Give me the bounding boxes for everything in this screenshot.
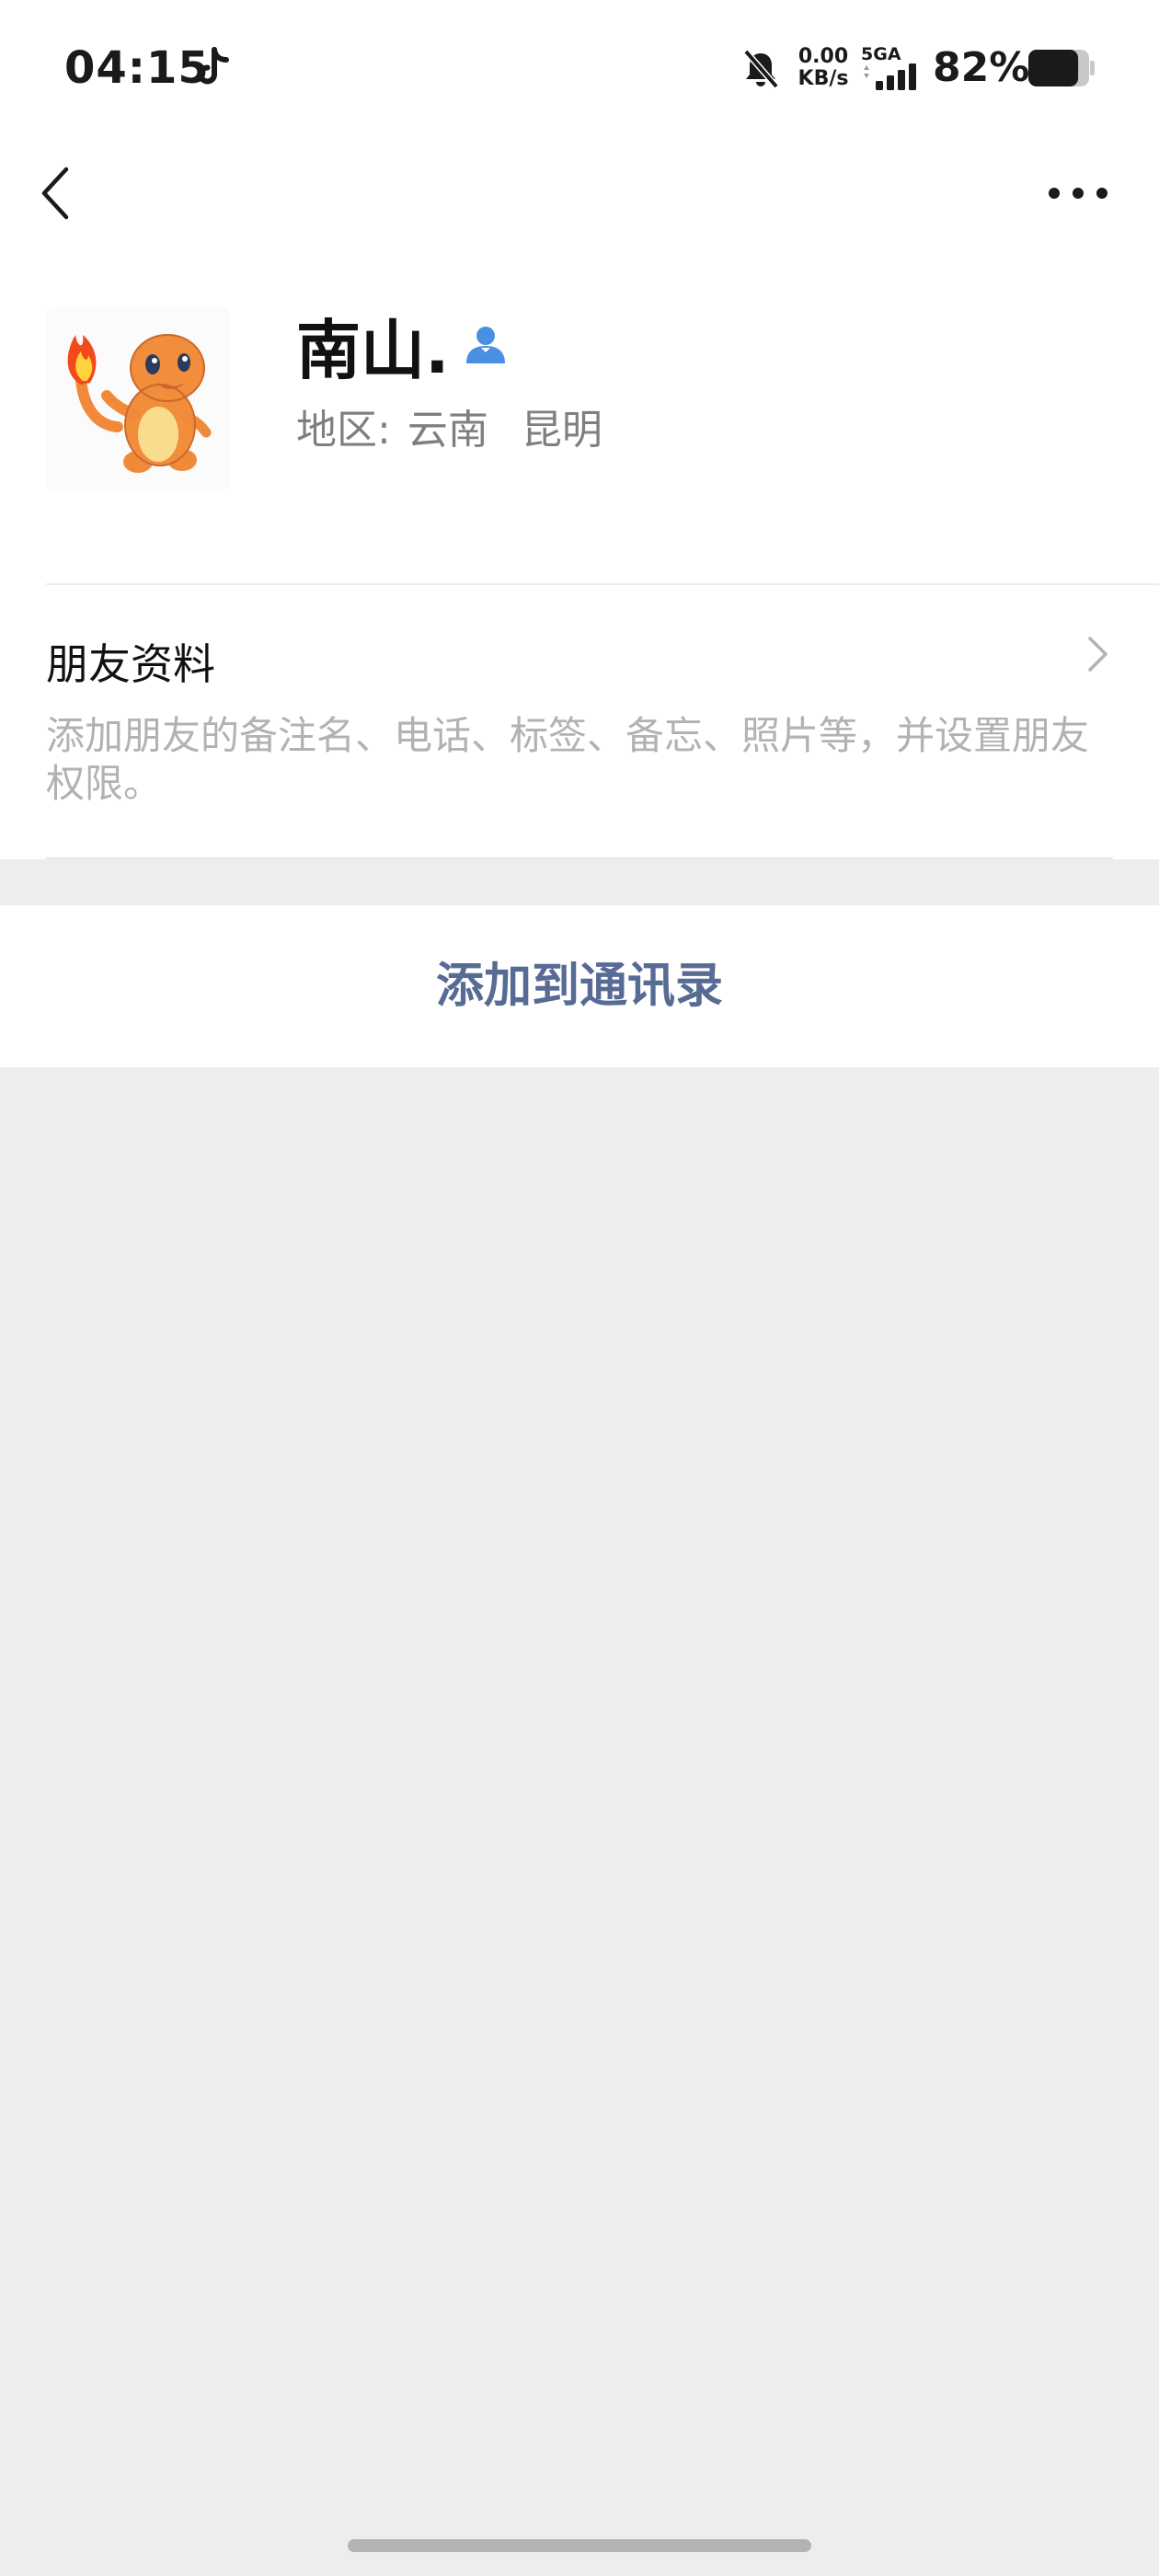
avatar-image	[46, 307, 230, 491]
region: 地区: 云南 昆明	[296, 403, 602, 458]
network-speed-unit: KB/s	[798, 67, 849, 90]
region-city: 昆明	[521, 407, 602, 454]
nickname: 南山.	[296, 313, 450, 388]
contact-profile-screen: 04:15 0.00 KB/s 5GA 82% 南山. 地区: 云南 昆明 朋友…	[0, 0, 1159, 2576]
name-row: 南山.	[296, 309, 509, 392]
friend-info-cell[interactable]: 朋友资料 添加朋友的备注名、电话、标签、备忘、照片等，并设置朋友权限。	[0, 585, 1159, 859]
nav-bar	[0, 138, 1159, 248]
divider	[46, 857, 1113, 859]
add-to-contacts-label: 添加到通讯录	[435, 959, 723, 1014]
more-dots-icon[interactable]	[1043, 175, 1113, 212]
chevron-left-icon[interactable]	[33, 160, 85, 226]
add-to-contacts-button[interactable]: 添加到通讯录	[0, 905, 1159, 1067]
network-speed-value: 0.00	[798, 45, 849, 68]
region-label: 地区:	[296, 407, 391, 454]
status-bar: 04:15 0.00 KB/s 5GA 82%	[0, 0, 1159, 138]
battery-percent: 82%	[933, 44, 1030, 91]
status-time: 04:15	[64, 42, 210, 94]
friend-info-description: 添加朋友的备注名、电话、标签、备忘、照片等，并设置朋友权限。	[46, 713, 1090, 806]
tiktok-icon	[198, 47, 229, 85]
network-speed: 0.00 KB/s	[795, 46, 852, 90]
network-type: 5GA	[861, 44, 901, 64]
friend-info-title: 朋友资料	[46, 639, 215, 689]
bell-off-icon	[743, 49, 779, 89]
contact-person-icon	[465, 327, 505, 363]
signal-icon	[864, 63, 916, 90]
region-province: 云南	[407, 407, 488, 454]
chevron-right-icon	[1088, 637, 1107, 672]
avatar[interactable]	[46, 307, 230, 491]
battery-icon	[1028, 50, 1095, 86]
profile-header: 南山. 地区: 云南 昆明	[0, 248, 1159, 585]
home-indicator[interactable]	[348, 2539, 811, 2552]
